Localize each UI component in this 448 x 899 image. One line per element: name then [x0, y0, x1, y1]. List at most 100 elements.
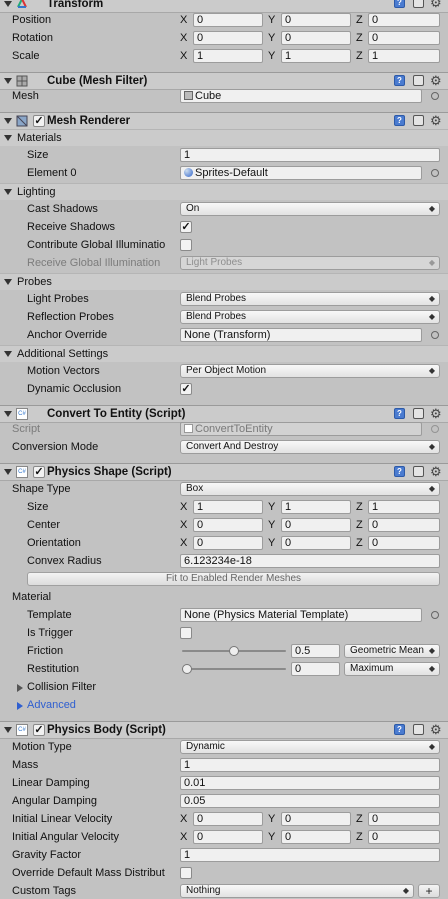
preset-icon[interactable] — [413, 408, 424, 419]
gravity-factor-field[interactable]: 1 — [180, 848, 440, 862]
position-y-field[interactable]: 0 — [281, 13, 351, 27]
rotation-x-field[interactable]: 0 — [193, 31, 263, 45]
help-icon[interactable]: ? — [394, 408, 405, 419]
contribute-gi-checkbox[interactable] — [180, 239, 192, 251]
anchor-override-field[interactable]: None (Transform) — [180, 328, 422, 342]
position-z-field[interactable]: 0 — [368, 13, 440, 27]
gear-icon[interactable]: ⚙ — [430, 114, 442, 127]
cast-shadows-dropdown[interactable]: On ◆ — [180, 202, 440, 216]
angular-damping-field[interactable]: 0.05 — [180, 794, 440, 808]
component-enabled-checkbox[interactable]: ✓ — [33, 466, 45, 478]
help-icon[interactable]: ? — [394, 0, 405, 8]
scale-x-field[interactable]: 1 — [193, 49, 263, 63]
mesh-object-field[interactable]: Cube — [180, 89, 422, 103]
component-enabled-checkbox[interactable]: ✓ — [33, 115, 45, 127]
collision-filter-foldout[interactable]: Collision Filter — [27, 680, 96, 694]
rotation-z-field[interactable]: 0 — [368, 31, 440, 45]
position-x-field[interactable]: 0 — [193, 13, 263, 27]
object-picker-icon[interactable] — [431, 169, 439, 177]
restitution-combine-dropdown[interactable]: Maximum ◆ — [344, 662, 440, 676]
gear-icon[interactable]: ⚙ — [430, 407, 442, 420]
preset-icon[interactable] — [413, 0, 424, 8]
lighting-foldout[interactable]: Lighting — [0, 183, 448, 200]
linear-damping-field[interactable]: 0.01 — [180, 776, 440, 790]
help-icon[interactable]: ? — [394, 466, 405, 477]
convert-to-entity-header[interactable]: C# Convert To Entity (Script) ? ⚙ — [0, 405, 448, 423]
center-y-field[interactable]: 0 — [281, 518, 351, 532]
transform-header[interactable]: Transform ? ⚙ — [0, 0, 448, 13]
mesh-renderer-header[interactable]: ✓ Mesh Renderer ? ⚙ — [0, 112, 448, 130]
linear-velocity-x-field[interactable]: 0 — [193, 812, 263, 826]
materials-size-field[interactable]: 1 — [180, 148, 440, 162]
shape-type-dropdown[interactable]: Box ◆ — [180, 482, 440, 496]
help-icon[interactable]: ? — [394, 724, 405, 735]
object-picker-icon[interactable] — [431, 331, 439, 339]
convex-radius-field[interactable]: 6.123234e-18 — [180, 554, 440, 568]
angular-velocity-y-field[interactable]: 0 — [281, 830, 351, 844]
preset-icon[interactable] — [413, 75, 424, 86]
motion-type-dropdown[interactable]: Dynamic ◆ — [180, 740, 440, 754]
foldout-expanded-icon[interactable] — [4, 351, 12, 357]
foldout-expanded-icon[interactable] — [4, 189, 12, 195]
friction-slider-thumb[interactable] — [229, 646, 239, 656]
foldout-expanded-icon[interactable] — [4, 411, 12, 417]
rotation-y-field[interactable]: 0 — [281, 31, 351, 45]
materials-foldout[interactable]: Materials — [0, 129, 448, 146]
size-y-field[interactable]: 1 — [281, 500, 351, 514]
physics-shape-header[interactable]: C# ✓ Physics Shape (Script) ? ⚙ — [0, 463, 448, 481]
material-template-field[interactable]: None (Physics Material Template) — [180, 608, 422, 622]
gear-icon[interactable]: ⚙ — [430, 465, 442, 478]
preset-icon[interactable] — [413, 724, 424, 735]
orientation-y-field[interactable]: 0 — [281, 536, 351, 550]
custom-tags-dropdown[interactable]: Nothing ◆ — [180, 884, 414, 898]
probes-foldout[interactable]: Probes — [0, 273, 448, 290]
angular-velocity-z-field[interactable]: 0 — [368, 830, 440, 844]
material-element-field[interactable]: Sprites-Default — [180, 166, 422, 180]
mesh-filter-header[interactable]: Cube (Mesh Filter) ? ⚙ — [0, 72, 448, 90]
foldout-expanded-icon[interactable] — [4, 1, 12, 7]
motion-vectors-dropdown[interactable]: Per Object Motion ◆ — [180, 364, 440, 378]
foldout-collapsed-icon[interactable] — [17, 702, 23, 710]
foldout-expanded-icon[interactable] — [4, 279, 12, 285]
angular-velocity-x-field[interactable]: 0 — [193, 830, 263, 844]
fit-to-render-meshes-button[interactable]: Fit to Enabled Render Meshes — [27, 572, 440, 586]
foldout-collapsed-icon[interactable] — [17, 684, 23, 692]
friction-value-field[interactable]: 0.5 — [291, 644, 340, 658]
size-x-field[interactable]: 1 — [193, 500, 263, 514]
gear-icon[interactable]: ⚙ — [430, 0, 442, 9]
reflection-probes-dropdown[interactable]: Blend Probes ◆ — [180, 310, 440, 324]
preset-icon[interactable] — [413, 466, 424, 477]
add-tag-button[interactable]: + — [418, 884, 440, 898]
linear-velocity-y-field[interactable]: 0 — [281, 812, 351, 826]
component-enabled-checkbox[interactable]: ✓ — [33, 724, 45, 736]
physics-body-header[interactable]: C# ✓ Physics Body (Script) ? ⚙ — [0, 721, 448, 739]
orientation-z-field[interactable]: 0 — [368, 536, 440, 550]
size-z-field[interactable]: 1 — [368, 500, 440, 514]
conversion-mode-dropdown[interactable]: Convert And Destroy ◆ — [180, 440, 440, 454]
orientation-x-field[interactable]: 0 — [193, 536, 263, 550]
help-icon[interactable]: ? — [394, 115, 405, 126]
friction-combine-dropdown[interactable]: Geometric Mean ◆ — [344, 644, 440, 658]
mass-field[interactable]: 1 — [180, 758, 440, 772]
restitution-value-field[interactable]: 0 — [291, 662, 340, 676]
center-z-field[interactable]: 0 — [368, 518, 440, 532]
foldout-expanded-icon[interactable] — [4, 469, 12, 475]
restitution-slider-track[interactable] — [182, 668, 286, 670]
advanced-foldout[interactable]: Advanced — [27, 698, 76, 712]
foldout-expanded-icon[interactable] — [4, 135, 12, 141]
dynamic-occlusion-checkbox[interactable]: ✓ — [180, 383, 192, 395]
light-probes-dropdown[interactable]: Blend Probes ◆ — [180, 292, 440, 306]
help-icon[interactable]: ? — [394, 75, 405, 86]
scale-y-field[interactable]: 1 — [281, 49, 351, 63]
receive-shadows-checkbox[interactable]: ✓ — [180, 221, 192, 233]
override-mass-checkbox[interactable] — [180, 867, 192, 879]
foldout-expanded-icon[interactable] — [4, 727, 12, 733]
scale-z-field[interactable]: 1 — [368, 49, 440, 63]
preset-icon[interactable] — [413, 115, 424, 126]
foldout-expanded-icon[interactable] — [4, 78, 12, 84]
restitution-slider-thumb[interactable] — [182, 664, 192, 674]
additional-settings-foldout[interactable]: Additional Settings — [0, 345, 448, 362]
gear-icon[interactable]: ⚙ — [430, 74, 442, 87]
linear-velocity-z-field[interactable]: 0 — [368, 812, 440, 826]
object-picker-icon[interactable] — [431, 611, 439, 619]
